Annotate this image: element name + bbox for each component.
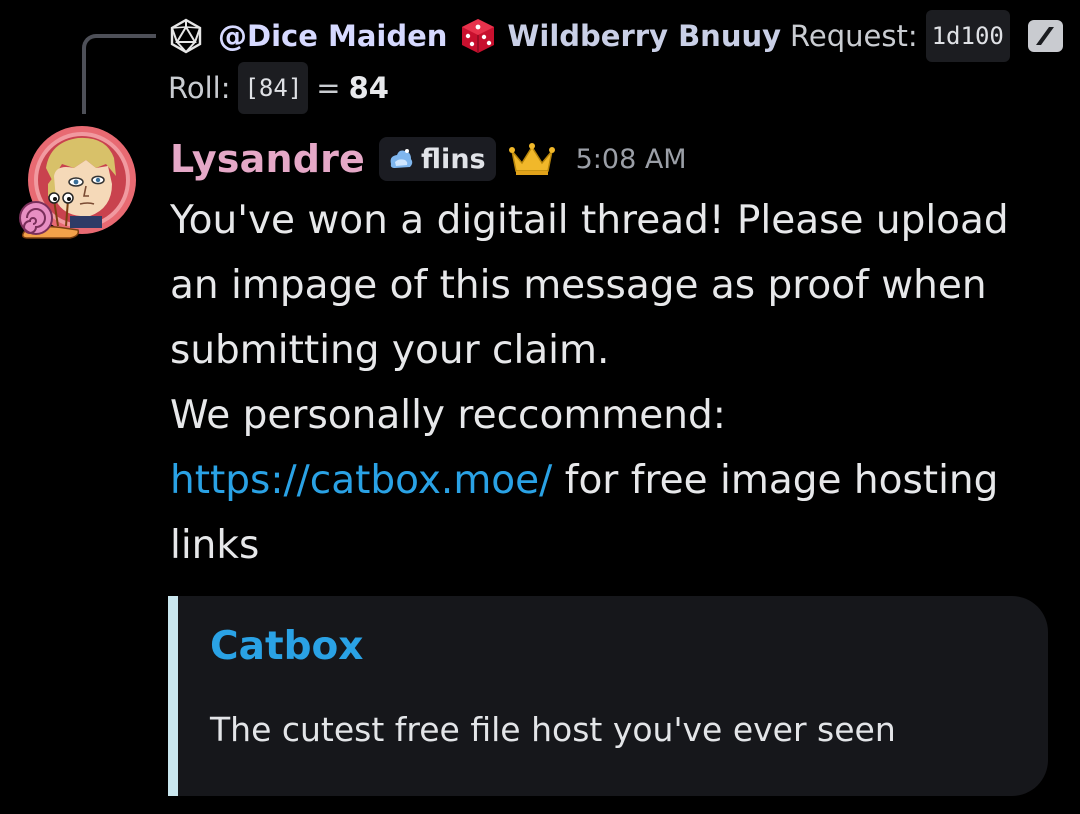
dice-d20-icon [170, 18, 202, 54]
message-link-line: https://catbox.moe/ for free image hosti… [170, 448, 1040, 578]
roll-label: Roll: [168, 71, 231, 105]
slash-command-icon[interactable] [1027, 20, 1063, 52]
slash-glyph-icon [1036, 27, 1055, 45]
catbox-link[interactable]: https://catbox.moe/ [170, 458, 552, 503]
reply-preview[interactable]: @Dice Maiden Wildberry Bnuuy Request: 1d… [168, 10, 1063, 114]
link-embed: Catbox The cutest free file host you've … [168, 596, 1048, 796]
reply-connector [82, 34, 156, 114]
message-username[interactable]: Lysandre [170, 137, 365, 181]
bot-mention[interactable]: @Dice Maiden [218, 12, 447, 60]
guild-tag[interactable]: flins [379, 137, 496, 181]
snail-decoration-icon [19, 192, 80, 239]
red-die-icon [462, 19, 495, 53]
roll-row: Roll: [84] = 84 [168, 62, 1050, 114]
request-label: Request: [790, 19, 918, 53]
reply-author[interactable]: Wildberry Bnuuy [507, 12, 781, 60]
crown-icon [508, 143, 555, 175]
message-header: Lysandre flins 5:08 AM [170, 132, 687, 186]
embed-description: The cutest free file host you've ever se… [210, 710, 896, 749]
reply-header-row: @Dice Maiden Wildberry Bnuuy Request: 1d… [168, 10, 1063, 62]
roll-equals: = [316, 71, 341, 105]
message-content: You've won a digitail thread! Please upl… [170, 188, 1040, 578]
message-line: We personally reccommend: [170, 393, 726, 438]
embed-title[interactable]: Catbox [210, 620, 1018, 674]
roll-total: 84 [348, 71, 389, 105]
roll-code: [84] [238, 62, 309, 114]
message-timestamp: 5:08 AM [575, 143, 687, 175]
guild-tag-label: flins [421, 143, 486, 175]
flins-badge-icon [390, 149, 413, 168]
request-code: 1d100 [925, 10, 1010, 62]
message-line: You've won a digitail thread! Please upl… [170, 198, 1009, 373]
